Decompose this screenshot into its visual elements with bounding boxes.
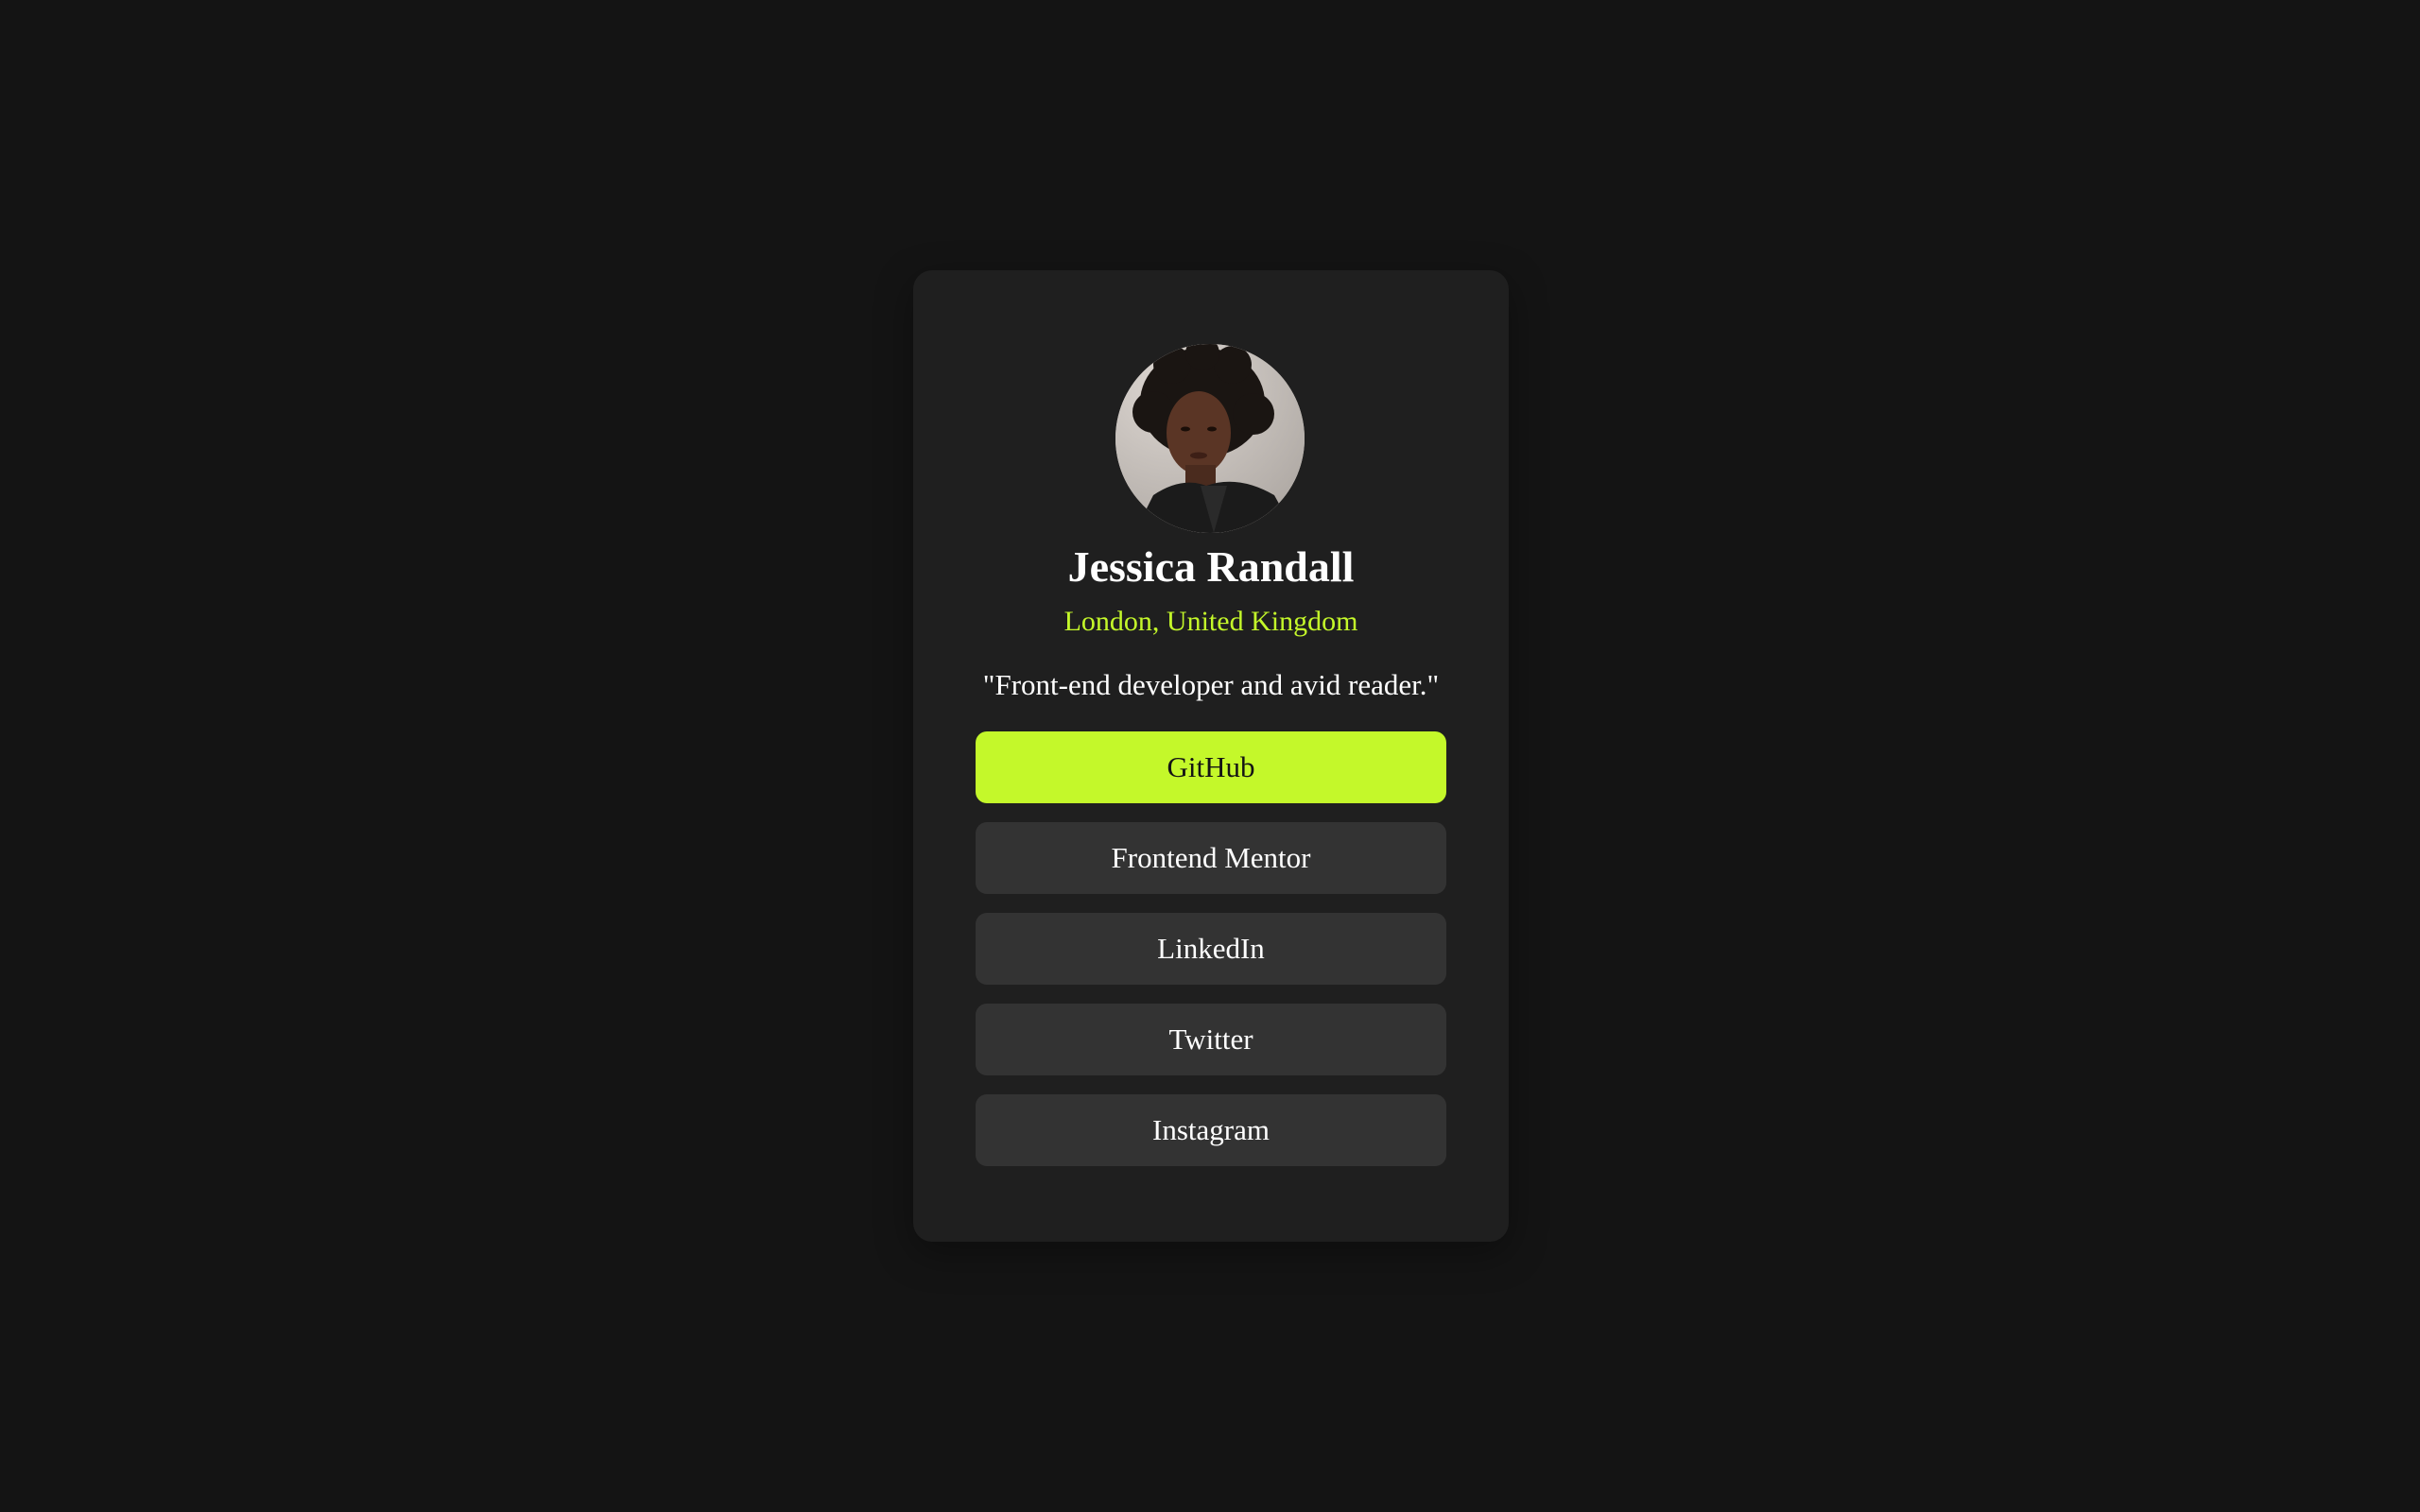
avatar-photo bbox=[1115, 344, 1305, 533]
frontend-mentor-link-button[interactable]: Frontend Mentor bbox=[976, 822, 1446, 894]
profile-location: London, United Kingdom bbox=[1063, 606, 1358, 637]
social-links: GitHub Frontend Mentor LinkedIn Twitter … bbox=[976, 731, 1446, 1185]
linkedin-link-button[interactable]: LinkedIn bbox=[976, 913, 1446, 985]
github-link-button[interactable]: GitHub bbox=[976, 731, 1446, 803]
profile-name: Jessica Randall bbox=[1067, 542, 1355, 591]
instagram-link-button[interactable]: Instagram bbox=[976, 1094, 1446, 1166]
profile-card: Jessica Randall London, United Kingdom "… bbox=[913, 270, 1509, 1242]
twitter-link-button[interactable]: Twitter bbox=[976, 1004, 1446, 1075]
profile-bio: "Front-end developer and avid reader." bbox=[982, 668, 1440, 701]
avatar bbox=[1115, 344, 1305, 533]
